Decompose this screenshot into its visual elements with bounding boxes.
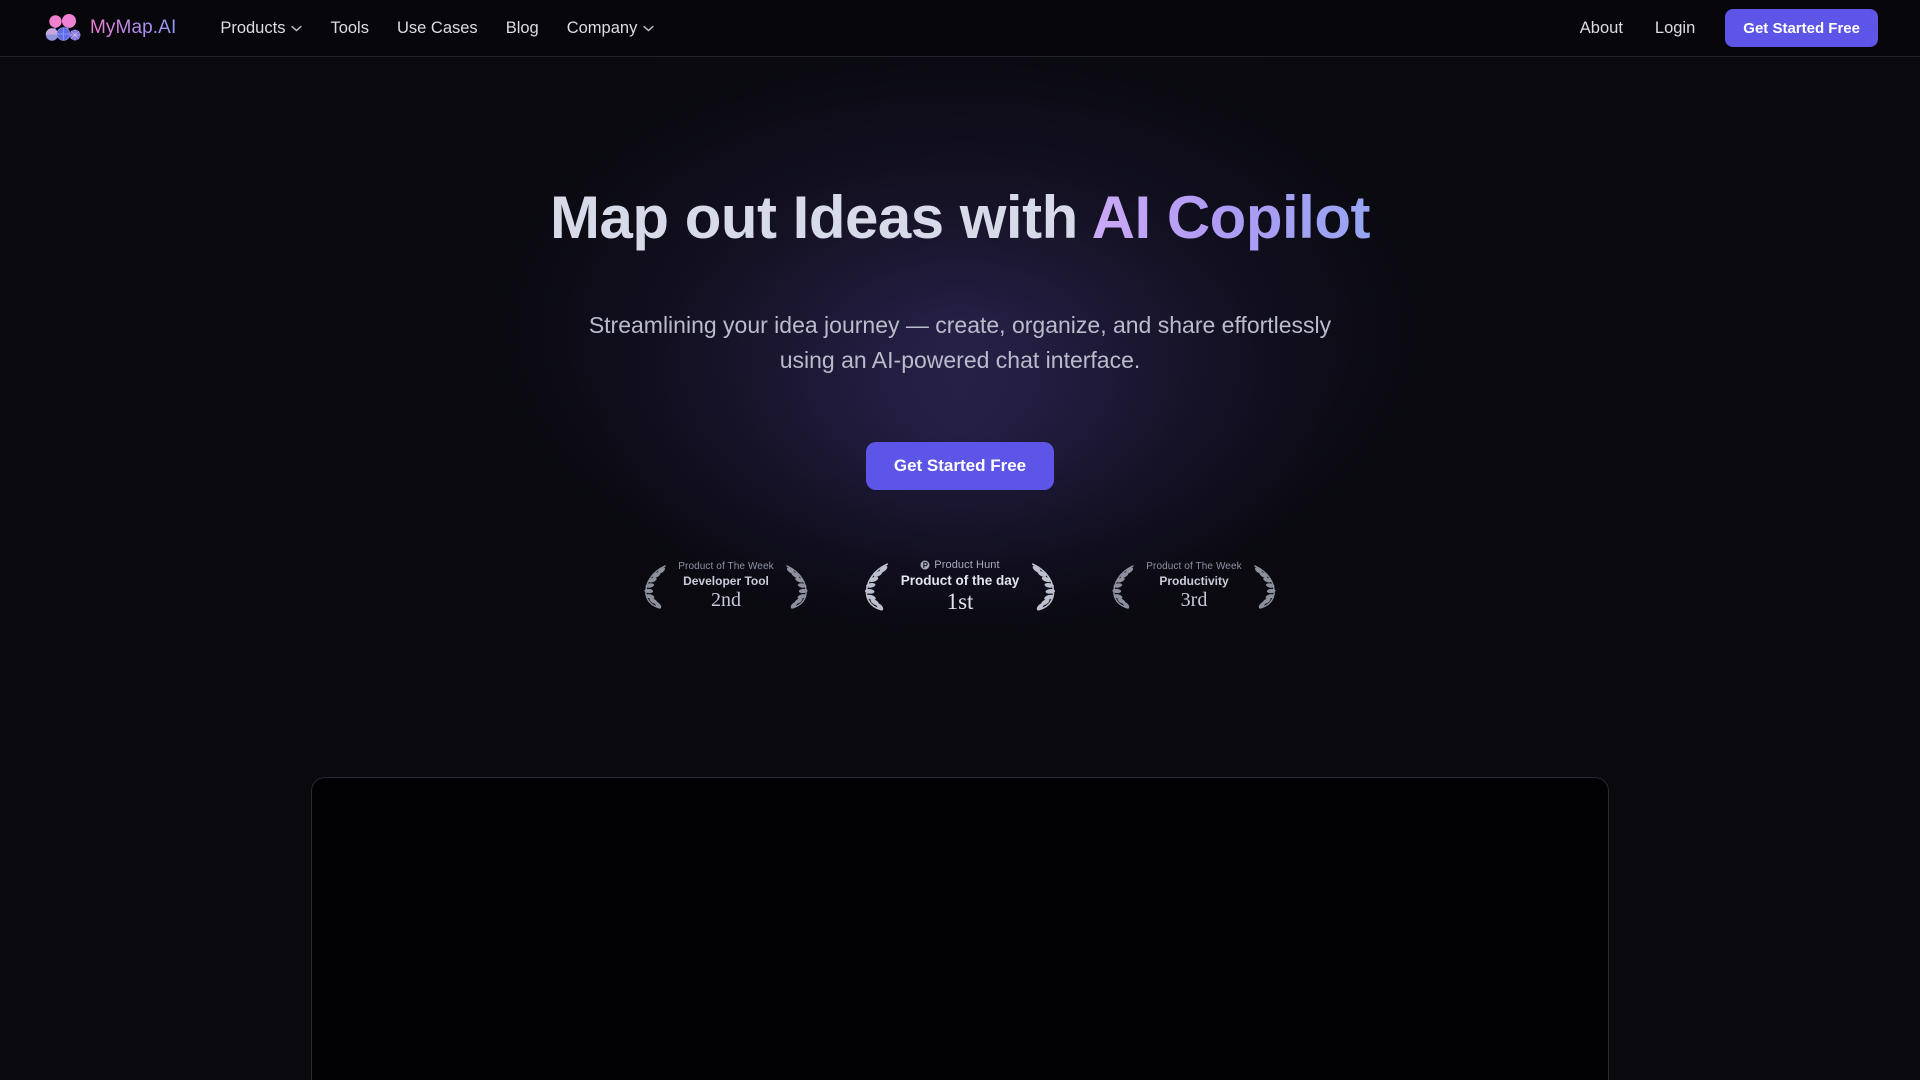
award-badge-top-label: Product of The Week bbox=[678, 561, 774, 573]
award-badge-category: Productivity bbox=[1159, 574, 1229, 589]
nav-item-products-label: Products bbox=[220, 18, 286, 37]
nav-item-company-label: Company bbox=[566, 18, 638, 37]
award-badge-category: Developer Tool bbox=[683, 574, 769, 589]
chevron-down-icon bbox=[643, 25, 654, 31]
mymap-logo-icon[interactable] bbox=[44, 14, 82, 42]
nav-item-about[interactable]: About bbox=[1564, 13, 1639, 44]
award-badge-rank: 2nd bbox=[710, 589, 741, 612]
nav-item-blog-label: Blog bbox=[505, 18, 539, 37]
navbar-left-group: MyMap.AI Products Tools Use Cases Blog C… bbox=[44, 13, 668, 44]
navbar-get-started-free-button[interactable]: Get Started Free bbox=[1725, 9, 1878, 47]
award-badge-category: Product of the day bbox=[900, 572, 1020, 588]
award-badge-top-label: Product of The Week bbox=[1146, 561, 1242, 573]
award-badge-rank: 1st bbox=[946, 588, 974, 614]
hero-subtitle: Streamlining your idea journey — create,… bbox=[588, 312, 1332, 373]
navbar-links: Products Tools Use Cases Blog Company bbox=[206, 13, 668, 44]
award-badge-top-label: Product Hunt bbox=[934, 558, 1000, 571]
product-hunt-icon bbox=[920, 560, 930, 570]
nav-item-tools[interactable]: Tools bbox=[316, 13, 383, 44]
laurel-wreath-icon bbox=[644, 565, 666, 609]
laurel-wreath-icon bbox=[864, 563, 888, 611]
navbar-right-group: About Login Get Started Free bbox=[1564, 9, 1878, 47]
nav-item-about-label: About bbox=[1579, 18, 1623, 37]
laurel-wreath-icon bbox=[785, 565, 808, 609]
award-badge: Product Hunt Product of the day 1st bbox=[861, 559, 1060, 615]
product-demo-preview-panel[interactable] bbox=[311, 777, 1609, 1080]
award-badge-top: Product Hunt bbox=[920, 558, 1000, 571]
top-navigation-bar: MyMap.AI Products Tools Use Cases Blog C… bbox=[0, 0, 1920, 57]
page-title-accent: AI Copilot bbox=[1091, 184, 1371, 251]
nav-item-use-cases-label: Use Cases bbox=[396, 18, 478, 37]
nav-item-blog[interactable]: Blog bbox=[492, 13, 553, 44]
award-badge-rank: 3rd bbox=[1180, 589, 1208, 612]
award-badge-top: Product of The Week bbox=[1146, 561, 1241, 572]
brand-name: MyMap.AI bbox=[90, 17, 177, 38]
nav-item-company[interactable]: Company bbox=[553, 13, 669, 44]
award-badge-body: Product Hunt Product of the day 1st bbox=[898, 559, 1023, 615]
nav-item-login[interactable]: Login bbox=[1639, 13, 1711, 44]
award-badge-body: Product of The Week Productivity 3rd bbox=[1143, 561, 1244, 612]
nav-item-use-cases[interactable]: Use Cases bbox=[383, 13, 492, 44]
award-badge: Product of The Week Productivity 3rd bbox=[1109, 561, 1278, 612]
landing-page: MyMap.AI Products Tools Use Cases Blog C… bbox=[0, 0, 1920, 1080]
laurel-wreath-icon bbox=[1253, 565, 1276, 609]
hero-get-started-free-button[interactable]: Get Started Free bbox=[865, 441, 1055, 490]
nav-item-login-label: Login bbox=[1654, 18, 1696, 37]
page-title: Map out Ideas with AI Copilot bbox=[550, 185, 1370, 251]
award-badges: Product of The Week Developer Tool 2nd P… bbox=[641, 559, 1278, 615]
page-title-plain: Map out Ideas with bbox=[550, 184, 1092, 251]
laurel-wreath-icon bbox=[1112, 565, 1134, 609]
award-badge-body: Product of The Week Developer Tool 2nd bbox=[675, 561, 776, 612]
laurel-wreath-icon bbox=[1032, 563, 1056, 611]
hero-section: Map out Ideas with AI Copilot Streamlini… bbox=[0, 57, 1920, 615]
chevron-down-icon bbox=[291, 25, 303, 31]
nav-item-tools-label: Tools bbox=[330, 18, 369, 37]
award-badge-top: Product of The Week bbox=[678, 561, 773, 572]
award-badge: Product of The Week Developer Tool 2nd bbox=[641, 561, 810, 612]
nav-item-products[interactable]: Products bbox=[206, 13, 316, 44]
